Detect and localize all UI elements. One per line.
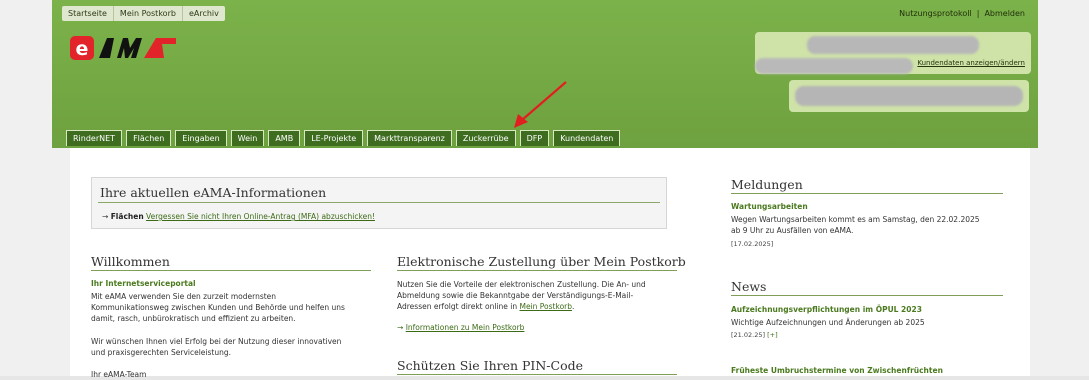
- tab-kundendaten[interactable]: Kundendaten: [553, 130, 621, 146]
- welcome-paragraph-1: Mit eAMA verwenden Sie den zurzeit moder…: [91, 291, 381, 324]
- tab-zuckerruebe[interactable]: Zuckerrübe: [455, 130, 516, 146]
- news-item-1-more-link[interactable]: [+]: [767, 331, 778, 339]
- postkorb-info-arrow: →: [397, 323, 404, 332]
- mein-postkorb-link[interactable]: Mein Postkorb: [520, 302, 573, 311]
- top-links: Nutzungsprotokoll | Abmelden: [899, 9, 1025, 18]
- postkorb-info-text[interactable]: Informationen zu Mein Postkorb: [406, 323, 525, 332]
- delivery-line: Nutzen Sie die Vorteile der elektronisch…: [397, 280, 646, 289]
- welcome-divider: [91, 270, 371, 271]
- customer-data-link[interactable]: Kundendaten anzeigen/ändern: [917, 59, 1025, 67]
- welcome-line: und praxisgerechten Serviceleistung.: [91, 348, 231, 357]
- tab-amb[interactable]: AMB: [268, 130, 301, 146]
- tab-dfp[interactable]: DFP: [519, 130, 550, 146]
- eama-logo[interactable]: e: [70, 36, 178, 60]
- delivery-paragraph: Nutzen Sie die Vorteile der elektronisch…: [397, 279, 687, 312]
- news-item-1-text: Wichtige Aufzeichnungen und Änderungen a…: [731, 318, 925, 327]
- nav-earchiv[interactable]: eArchiv: [183, 6, 225, 21]
- delivery-line: Abmeldung sowie die Bekanntgabe der Vers…: [397, 291, 634, 300]
- delivery-title: Elektronische Zustellung über Mein Postk…: [397, 254, 686, 269]
- welcome-line: Kommunikationsweg zwischen Kunden und Be…: [91, 303, 345, 312]
- tab-markttransparenz[interactable]: Markttransparenz: [367, 130, 452, 146]
- delivery-divider: [397, 270, 677, 271]
- postkorb-info-link[interactable]: → Informationen zu Mein Postkorb: [397, 323, 524, 332]
- pin-title: Schützen Sie Ihren PIN-Code: [397, 358, 584, 373]
- info-label: Flächen: [110, 212, 144, 221]
- tab-rindernet[interactable]: RinderNET: [66, 130, 123, 146]
- delivery-line-text: Adressen erfolgt direkt online in: [397, 302, 518, 311]
- messages-subtitle: Wartungsarbeiten: [731, 202, 808, 211]
- customer-number-box: [789, 80, 1029, 112]
- news-item-2-title[interactable]: Früheste Umbruchstermine von Zwischenfrü…: [731, 366, 943, 375]
- welcome-title: Willkommen: [91, 254, 170, 269]
- logo-a-stroke: [99, 38, 114, 58]
- customer-info-box: Kundendaten anzeigen/ändern: [755, 32, 1031, 74]
- news-item-1-title[interactable]: Aufzeichnungsverpflichtungen im ÖPUL 202…: [731, 305, 922, 314]
- news-item-1-meta: [21.02.25] [+]: [731, 331, 778, 339]
- top-navigation: Startseite Mein Postkorb eArchiv: [62, 6, 225, 21]
- info-arrow: →: [102, 212, 109, 221]
- welcome-line: Wir wünschen Ihnen viel Erfolg bei der N…: [91, 337, 342, 346]
- welcome-paragraph-2: Wir wünschen Ihnen viel Erfolg bei der N…: [91, 336, 381, 358]
- tab-le-projekte[interactable]: LE-Projekte: [304, 130, 364, 146]
- messages-line: ab 9 Uhr zu Ausfällen von eAMA.: [731, 226, 854, 235]
- messages-text: Wegen Wartungsarbeiten kommt es am Samst…: [731, 214, 1021, 236]
- news-divider: [731, 295, 1003, 296]
- news-item-1-date: [21.02.25]: [731, 331, 766, 339]
- pin-divider: [397, 374, 677, 375]
- delivery-line-period: .: [572, 302, 575, 311]
- main-tabs: RinderNET Flächen Eingaben Wein AMB LE-P…: [66, 130, 621, 146]
- welcome-line: Mit eAMA verwenden Sie den zurzeit moder…: [91, 292, 277, 301]
- redacted-customer-number: [795, 86, 1023, 106]
- info-line: → Flächen Vergessen Sie nicht Ihren Onli…: [102, 212, 375, 221]
- welcome-subtitle: Ihr Internetserviceportal: [91, 279, 196, 288]
- red-arrow-annotation: [514, 81, 567, 128]
- arrow-shaft: [521, 81, 567, 121]
- messages-line: Wegen Wartungsarbeiten kommt es am Samst…: [731, 215, 980, 224]
- info-box: Ihre aktuellen eAMA-Informationen → Fläc…: [91, 177, 667, 229]
- welcome-line: damit, rasch, unbürokratisch und effizie…: [91, 314, 296, 323]
- info-divider: [98, 202, 660, 203]
- browser-frame: Startseite Mein Postkorb eArchiv Nutzung…: [0, 0, 1089, 379]
- tab-flaechen[interactable]: Flächen: [126, 130, 172, 146]
- nav-mein-postkorb[interactable]: Mein Postkorb: [114, 6, 183, 21]
- online-antrag-link[interactable]: Vergessen Sie nicht Ihren Online-Antrag …: [146, 212, 375, 221]
- welcome-signoff: Ihr eAMA-Team: [91, 370, 147, 379]
- logout-link[interactable]: Abmelden: [984, 9, 1025, 18]
- redacted-address: [755, 58, 913, 74]
- redacted-name: [807, 36, 979, 54]
- messages-date: [17.02.2025]: [731, 240, 774, 248]
- top-links-separator: |: [976, 9, 980, 18]
- tab-eingaben[interactable]: Eingaben: [175, 130, 227, 146]
- nav-startseite[interactable]: Startseite: [62, 6, 114, 21]
- logo-a-red-stroke: [144, 38, 176, 58]
- tab-wein[interactable]: Wein: [230, 130, 265, 146]
- messages-divider: [731, 193, 1003, 194]
- info-title: Ihre aktuellen eAMA-Informationen: [100, 185, 327, 200]
- news-title: News: [731, 279, 767, 294]
- usage-protocol-link[interactable]: Nutzungsprotokoll: [899, 9, 972, 18]
- logo-m-stroke: [117, 38, 142, 58]
- messages-title: Meldungen: [731, 177, 803, 192]
- delivery-line: Adressen erfolgt direkt online in Mein P…: [397, 301, 687, 312]
- logo-e-letter: e: [76, 38, 89, 60]
